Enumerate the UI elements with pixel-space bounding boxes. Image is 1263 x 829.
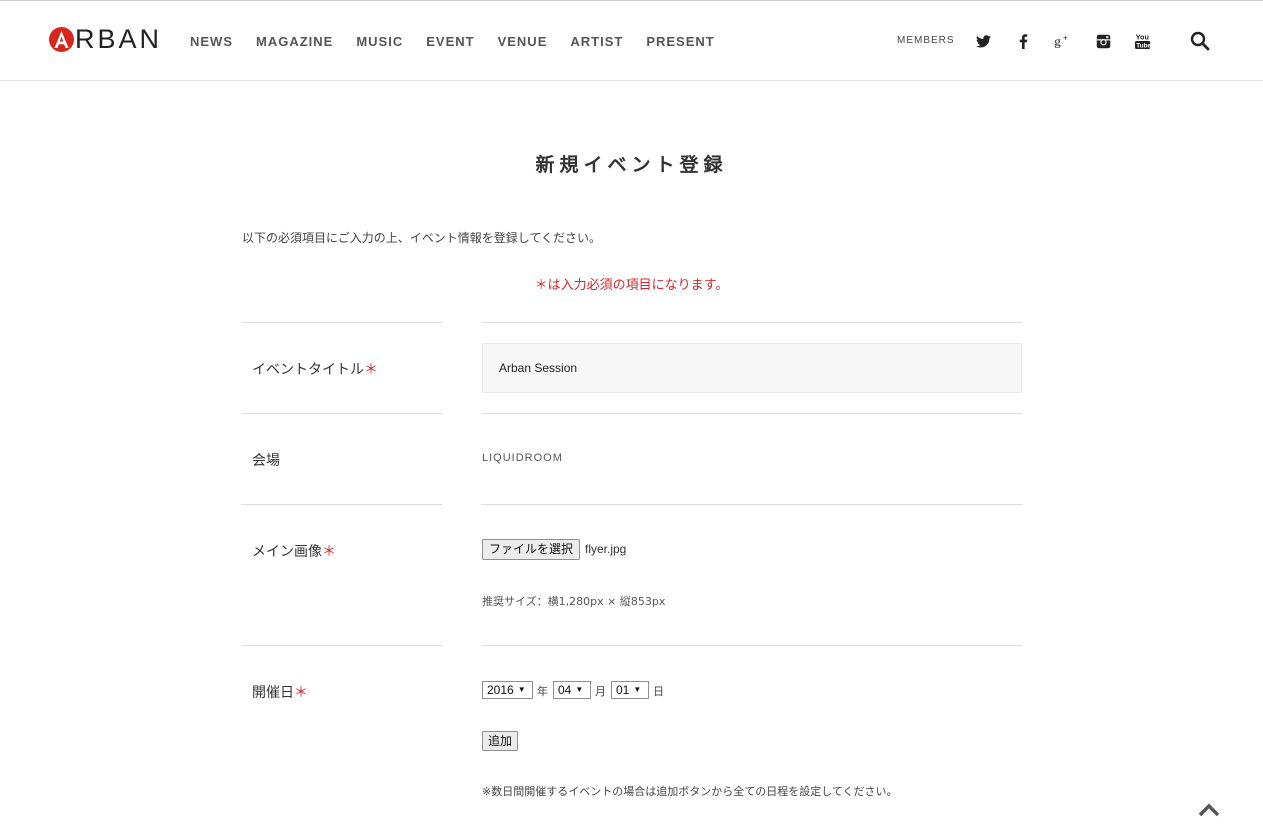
- required-star: ＊: [322, 544, 336, 560]
- venue-label: 会場: [252, 453, 280, 469]
- row-divider: [241, 504, 442, 505]
- logo-text: RBAN: [75, 24, 163, 54]
- google-plus-icon[interactable]: g +: [1053, 31, 1073, 51]
- nav-artist[interactable]: ARTIST: [570, 33, 623, 51]
- nav-event[interactable]: EVENT: [426, 33, 474, 51]
- row-divider: [241, 645, 442, 646]
- row-divider: [481, 645, 1022, 646]
- day-unit: 日: [653, 685, 664, 698]
- day-select[interactable]: 01 ▼: [611, 681, 649, 699]
- nav-venue[interactable]: VENUE: [498, 33, 548, 51]
- required-note: ＊は入力必須の項目になります。: [534, 278, 729, 293]
- svg-text:g: g: [1054, 33, 1061, 48]
- svg-text:Tube: Tube: [1136, 42, 1151, 49]
- search-icon[interactable]: [1189, 30, 1211, 52]
- members-link[interactable]: MEMBERS: [897, 35, 955, 46]
- row-divider: [481, 504, 1022, 505]
- event-date-label: 開催日＊: [252, 685, 308, 701]
- month-unit: 月: [595, 685, 606, 698]
- selected-file-name: flyer.jpg: [585, 542, 627, 556]
- year-unit: 年: [537, 685, 548, 698]
- event-title-input[interactable]: Arban Session: [482, 343, 1022, 393]
- page-title: 新規イベント登録: [535, 154, 728, 176]
- main-nav: NEWS MAGAZINE MUSIC EVENT VENUE ARTIST P…: [190, 33, 738, 51]
- facebook-icon[interactable]: [1013, 31, 1033, 51]
- back-to-top-chevron-icon[interactable]: [1197, 801, 1221, 819]
- instagram-icon[interactable]: [1093, 31, 1113, 51]
- venue-value: LIQUIDROOM: [482, 452, 563, 464]
- svg-text:+: +: [1063, 33, 1068, 42]
- event-title-label: イベントタイトル＊: [252, 362, 378, 378]
- nav-music[interactable]: MUSIC: [356, 33, 403, 51]
- twitter-icon[interactable]: [973, 31, 993, 51]
- required-star: ＊: [294, 685, 308, 701]
- required-star: ＊: [364, 362, 378, 378]
- image-size-hint: 推奨サイズ：横1,280px × 縦853px: [482, 595, 666, 608]
- main-image-label: メイン画像＊: [252, 544, 336, 560]
- dropdown-arrow-icon: ▼: [633, 685, 642, 694]
- add-date-button[interactable]: 追加: [482, 731, 519, 751]
- nav-present[interactable]: PRESENT: [646, 33, 714, 51]
- choose-file-button[interactable]: ファイルを選択: [482, 539, 581, 560]
- dropdown-arrow-icon: ▼: [575, 685, 584, 694]
- youtube-icon[interactable]: You Tube: [1133, 31, 1153, 51]
- site-header: RBAN NEWS MAGAZINE MUSIC EVENT VENUE ART…: [0, 1, 1263, 81]
- multi-day-note: ※数日間開催するイベントの場合は追加ボタンから全ての日程を設定してください。: [482, 785, 898, 798]
- logo-a-mark-icon: [49, 26, 74, 52]
- row-divider: [241, 322, 442, 323]
- dropdown-arrow-icon: ▼: [517, 685, 526, 694]
- nav-news[interactable]: NEWS: [190, 33, 233, 51]
- intro-text: 以下の必須項目にご入力の上、イベント情報を登録してください。: [242, 231, 602, 245]
- arban-logo[interactable]: RBAN: [49, 25, 162, 53]
- year-select[interactable]: 2016 ▼: [482, 681, 533, 699]
- svg-text:You: You: [1136, 32, 1149, 41]
- nav-magazine[interactable]: MAGAZINE: [256, 33, 333, 51]
- row-divider: [241, 413, 442, 414]
- row-divider: [481, 413, 1022, 414]
- row-divider: [481, 322, 1022, 323]
- month-select[interactable]: 04 ▼: [553, 681, 591, 699]
